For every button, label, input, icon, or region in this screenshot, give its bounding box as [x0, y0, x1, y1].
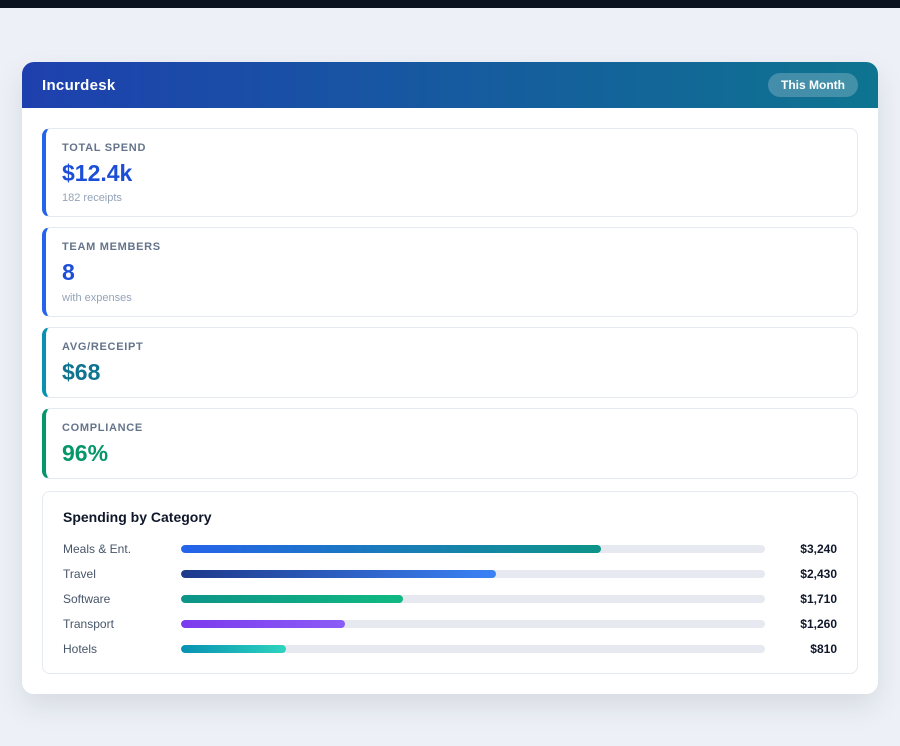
- category-label: Hotels: [63, 642, 181, 656]
- category-value: $1,710: [765, 592, 837, 606]
- app-main: TOTAL SPEND $12.4k 182 receipts TEAM MEMBER…: [22, 108, 878, 694]
- stat-value: 8: [62, 260, 841, 285]
- chart-row: Meals & Ent. $3,240: [63, 540, 837, 557]
- chart-row: Software $1,710: [63, 590, 837, 607]
- bar-track: [181, 620, 765, 628]
- app-card: Incurdesk This Month TOTAL SPEND $12.4k 18…: [22, 62, 878, 694]
- stats-section: TOTAL SPEND $12.4k 182 receipts TEAM MEMBER…: [42, 128, 858, 479]
- bar-track: [181, 570, 765, 578]
- bar-fill: [181, 595, 403, 603]
- stat-card-compliance: COMPLIANCE 96%: [42, 408, 858, 479]
- stat-value: 96%: [62, 441, 841, 466]
- chart-row: Travel $2,430: [63, 565, 837, 582]
- stat-card-team-members: TEAM MEMBERS 8 with expenses: [42, 227, 858, 316]
- top-strip: [0, 0, 900, 8]
- chart-rows: Meals & Ent. $3,240 Travel $2,430 Software $1…: [63, 540, 837, 657]
- category-label: Travel: [63, 567, 181, 581]
- bar-fill: [181, 570, 496, 578]
- bar-fill: [181, 620, 345, 628]
- bar-fill: [181, 545, 601, 553]
- stat-card-avg-receipt: AVG/RECEIPT $68: [42, 327, 858, 398]
- category-label: Transport: [63, 617, 181, 631]
- stat-label: TOTAL SPEND: [62, 142, 841, 154]
- chart-row: Hotels $810: [63, 640, 837, 657]
- bar-track: [181, 645, 765, 653]
- stat-label: COMPLIANCE: [62, 422, 841, 434]
- stat-label: AVG/RECEIPT: [62, 341, 841, 353]
- chart-row: Transport $1,260: [63, 615, 837, 632]
- stat-subtext: 182 receipts: [62, 192, 841, 204]
- app-title: Incurdesk: [42, 77, 116, 94]
- bar-track: [181, 595, 765, 603]
- bar-track: [181, 545, 765, 553]
- stat-value: $68: [62, 360, 841, 385]
- stat-label: TEAM MEMBERS: [62, 241, 841, 253]
- app-header: Incurdesk This Month: [22, 62, 878, 108]
- bar-fill: [181, 645, 286, 653]
- category-value: $2,430: [765, 567, 837, 581]
- stat-subtext: with expenses: [62, 292, 841, 304]
- category-label: Software: [63, 592, 181, 606]
- stat-card-total-spend: TOTAL SPEND $12.4k 182 receipts: [42, 128, 858, 217]
- category-value: $1,260: [765, 617, 837, 631]
- stat-value: $12.4k: [62, 161, 841, 186]
- spending-chart-card: Spending by Category Meals & Ent. $3,240 T…: [42, 491, 858, 674]
- chart-title: Spending by Category: [63, 509, 837, 525]
- category-label: Meals & Ent.: [63, 542, 181, 556]
- period-badge[interactable]: This Month: [768, 73, 858, 97]
- category-value: $810: [765, 642, 837, 656]
- category-value: $3,240: [765, 542, 837, 556]
